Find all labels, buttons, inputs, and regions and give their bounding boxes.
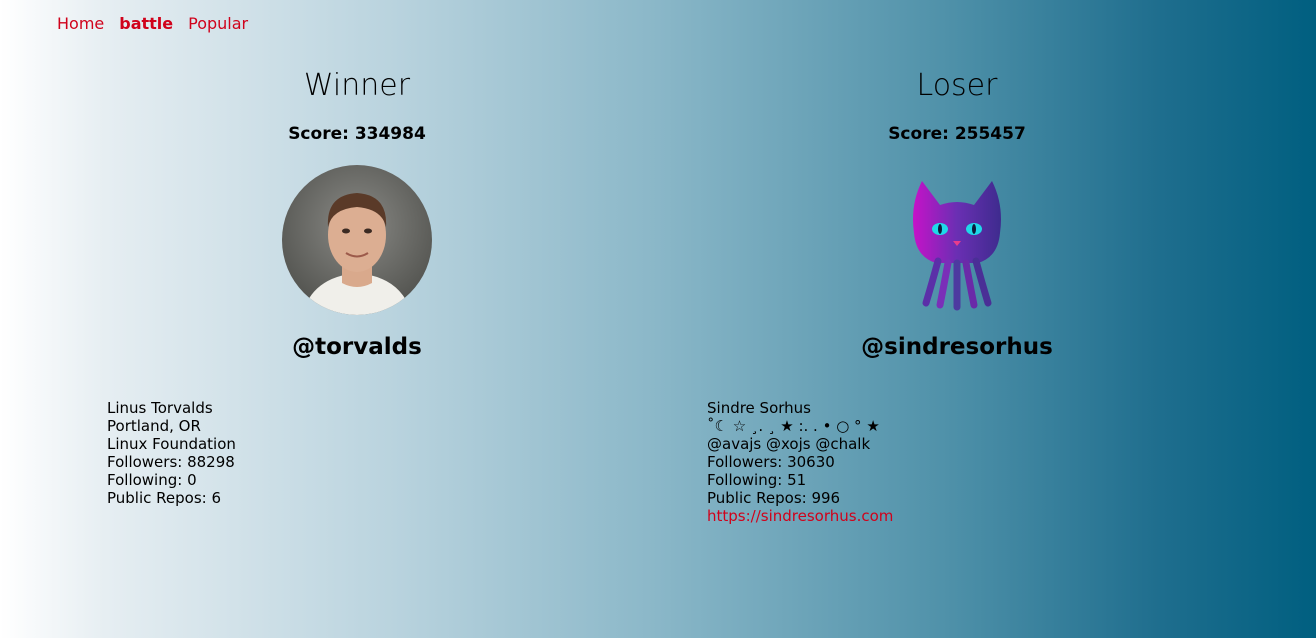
profile-info: Linus Torvalds Portland, OR Linux Founda… [107, 399, 236, 507]
profile-bio: ˚☾ ☆ ¸. ¸ ★ :. . • ○ ° ★ [707, 417, 880, 435]
profile-location: Portland, OR [107, 417, 201, 435]
avatar-photo-icon [282, 165, 432, 315]
profile-name: Linus Torvalds [107, 399, 213, 417]
result-heading: Loser [916, 68, 998, 103]
score-text: Score: 255457 [888, 124, 1026, 144]
nav-battle-link[interactable]: battle [119, 14, 173, 33]
top-nav: Home battle Popular [57, 14, 248, 33]
profile-repos: Public Repos: 996 [707, 489, 841, 507]
profile-info: Sindre Sorhus ˚☾ ☆ ¸. ¸ ★ :. . • ○ ° ★ @… [707, 399, 893, 525]
profile-blog-link[interactable]: https://sindresorhus.com [707, 507, 893, 525]
nav-home-link[interactable]: Home [57, 14, 104, 33]
profile-followers: Followers: 30630 [707, 453, 835, 471]
avatar [282, 165, 432, 315]
username-handle: @sindresorhus [861, 334, 1053, 360]
avatar [882, 165, 1032, 315]
profile-name: Sindre Sorhus [707, 399, 811, 417]
profile-company: @avajs @xojs @chalk [707, 435, 871, 453]
score-text: Score: 334984 [288, 124, 426, 144]
result-heading: Winner [303, 68, 411, 103]
username-handle: @torvalds [292, 334, 422, 360]
profile-followers: Followers: 88298 [107, 453, 235, 471]
avatar-container [657, 165, 1257, 315]
profile-company: Linux Foundation [107, 435, 236, 453]
nav-popular-link[interactable]: Popular [188, 14, 248, 33]
avatar-container [57, 165, 657, 315]
profile-following: Following: 0 [107, 471, 197, 489]
cat-octopus-avatar-icon [913, 181, 1001, 311]
profile-following: Following: 51 [707, 471, 807, 489]
profile-repos: Public Repos: 6 [107, 489, 222, 507]
